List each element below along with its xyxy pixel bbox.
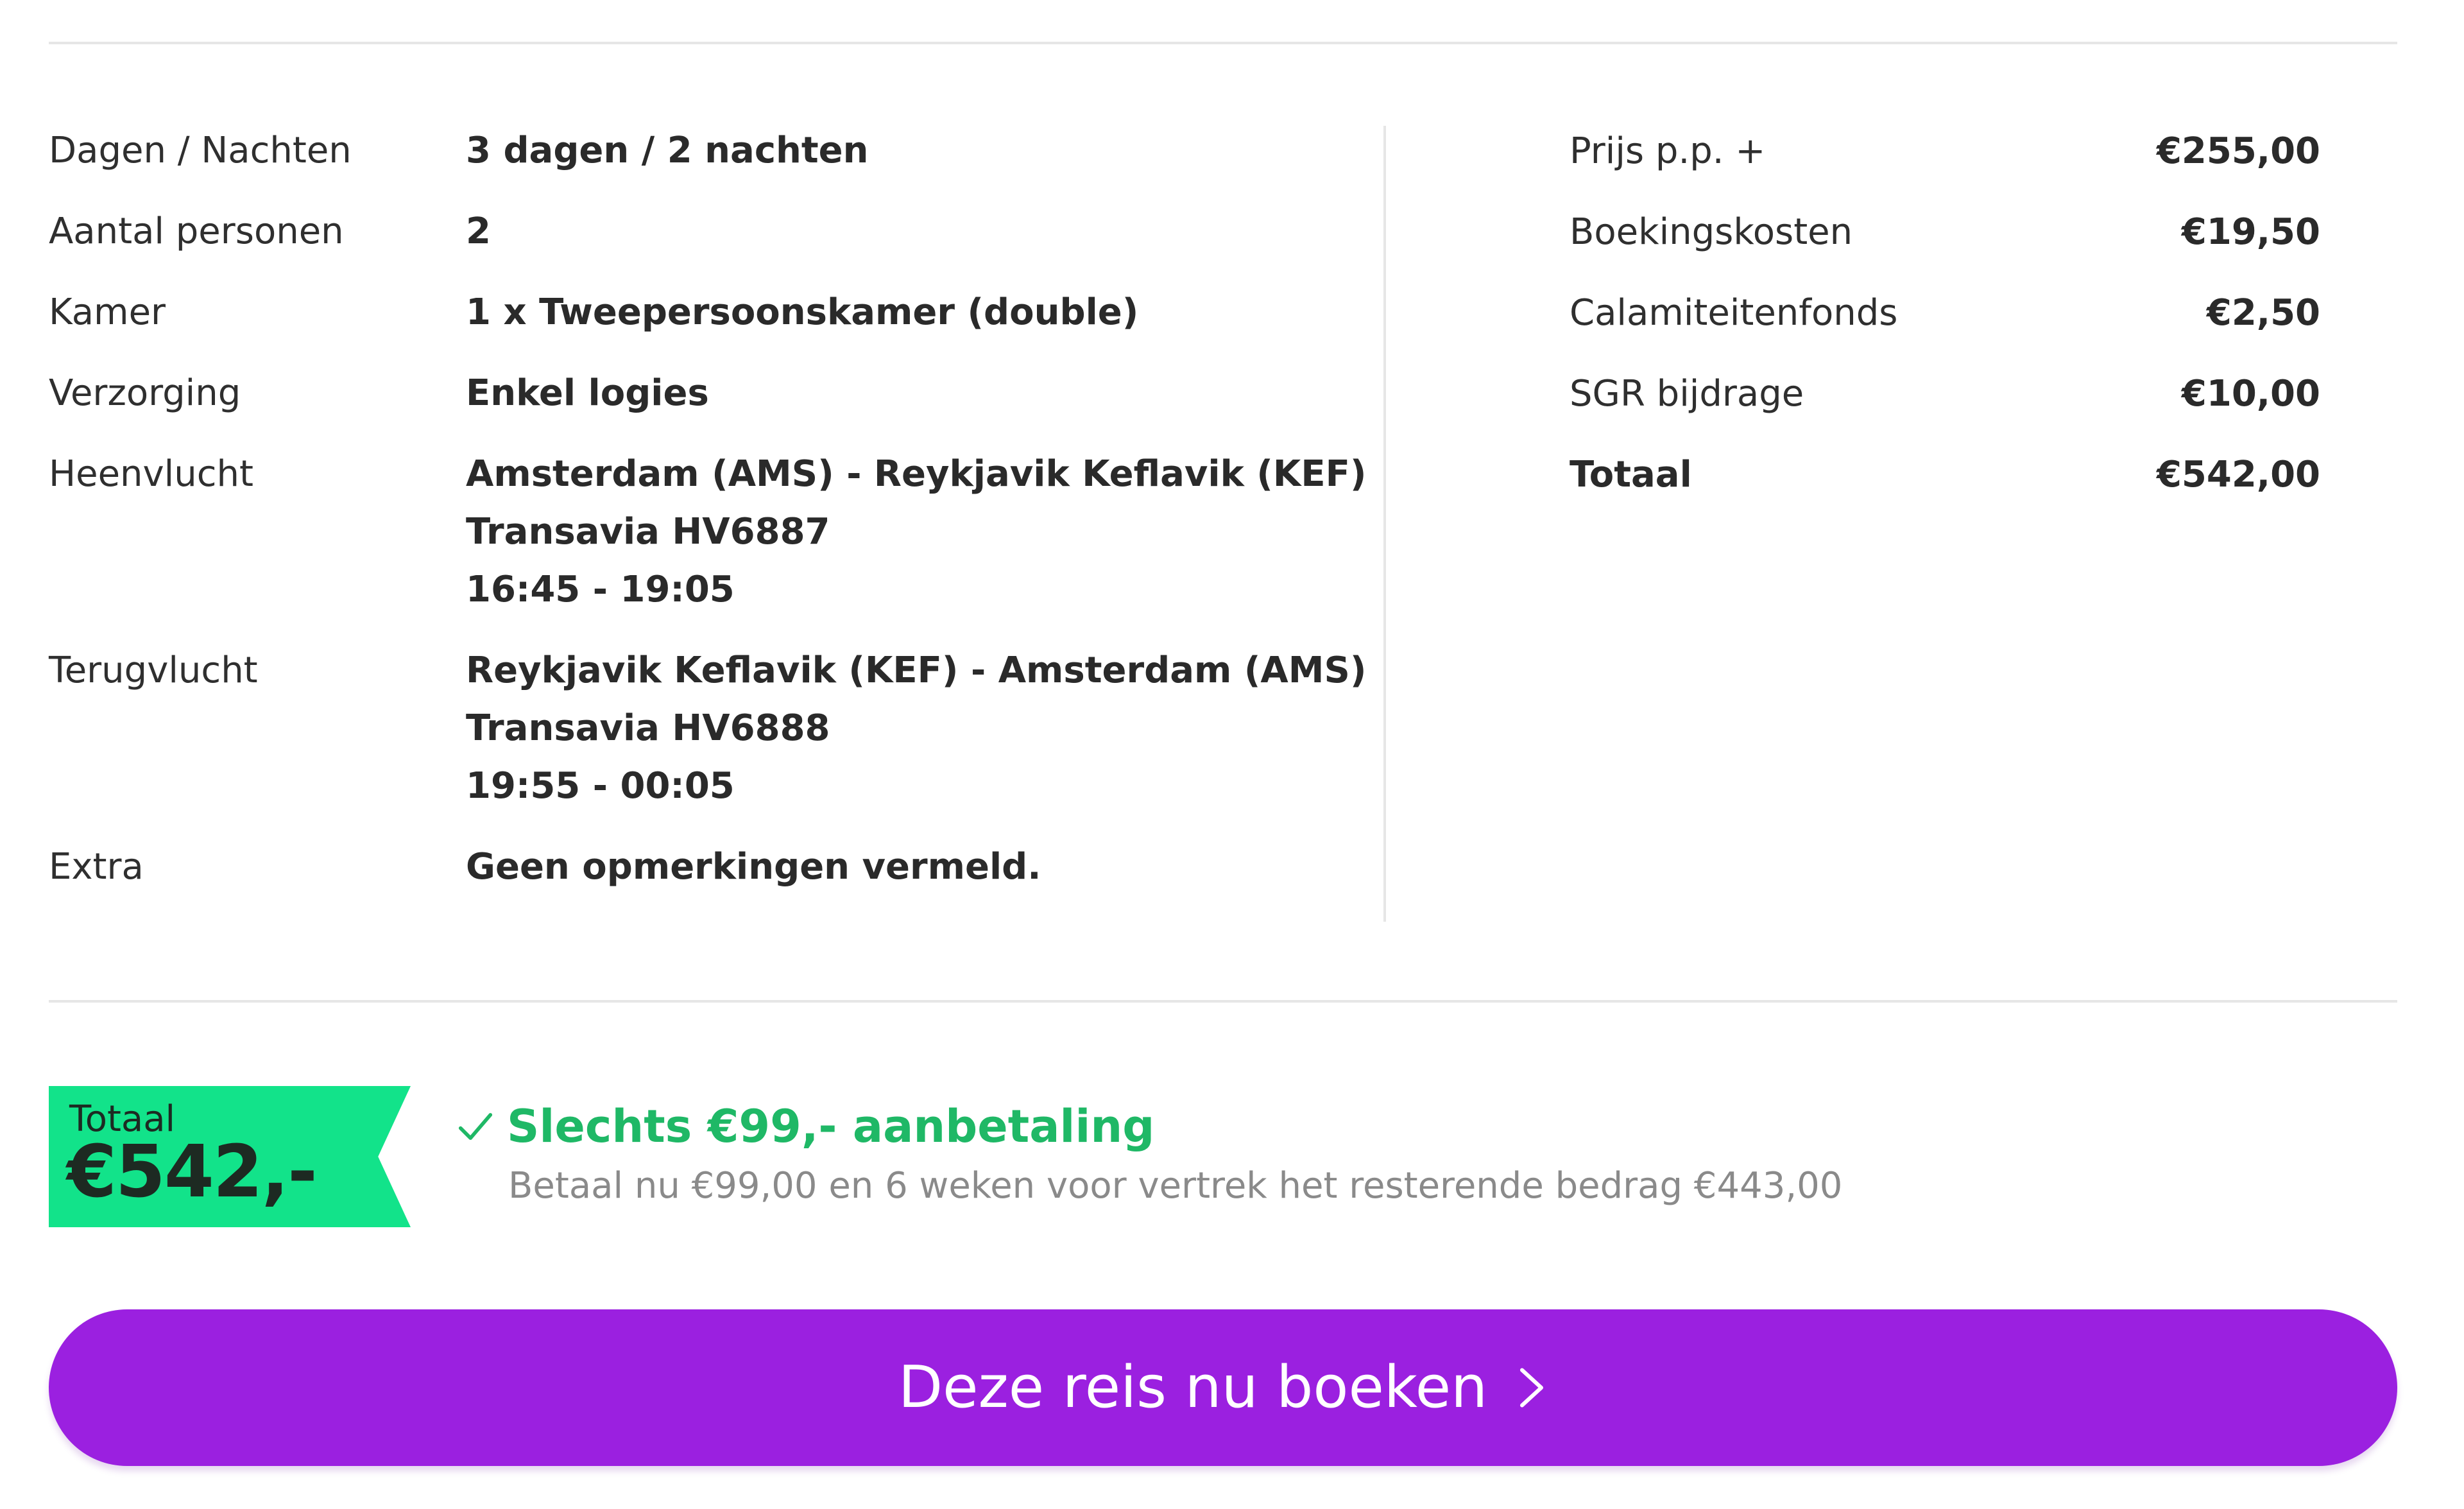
detail-value: 3 dagen / 2 nachten: [466, 122, 1371, 180]
detail-value: Reykjavik Keflavik (KEF) - Amsterdam (AM…: [466, 642, 1371, 815]
detail-value: 1 x Tweepersoonskamer (double): [466, 284, 1371, 341]
detail-value-line: 2: [466, 211, 491, 252]
deposit-info: Slechts €99,- aanbetaling Betaal nu €99,…: [456, 1098, 1842, 1212]
price-row-calamity-fund: Calamiteitenfonds €2,50: [1570, 284, 2320, 341]
price-total-label: Totaal: [1570, 453, 1692, 496]
detail-row-room: Kamer 1 x Tweepersoonskamer (double): [49, 284, 1371, 341]
detail-label: Terugvlucht: [49, 650, 258, 691]
deposit-subtext: Betaal nu €99,00 en 6 weken voor vertrek…: [508, 1165, 1843, 1207]
detail-label: Kamer: [49, 291, 166, 333]
detail-label: Extra: [49, 846, 144, 888]
price-row-sgr: SGR bijdrage €10,00: [1570, 365, 2320, 422]
flight-times: 19:55 - 00:05: [466, 765, 735, 807]
column-divider: [1383, 126, 1386, 922]
detail-row-persons: Aantal personen 2: [49, 203, 1371, 261]
price-total-value: €542,00: [2156, 453, 2320, 496]
detail-label: Heenvlucht: [49, 453, 253, 495]
flight-times: 16:45 - 19:05: [466, 569, 735, 610]
book-trip-button[interactable]: Deze reis nu boeken: [49, 1309, 2397, 1466]
detail-row-outbound-flight: Heenvlucht Amsterdam (AMS) - Reykjavik K…: [49, 445, 1371, 619]
price-row-booking-costs: Boekingskosten €19,50: [1570, 203, 2320, 261]
checkmark-icon: [458, 1113, 493, 1140]
detail-value-line: Enkel logies: [466, 372, 709, 414]
flight-route: Amsterdam (AMS) - Reykjavik Keflavik (KE…: [466, 453, 1367, 495]
section-divider: [49, 1000, 2397, 1003]
price-label: Boekingskosten: [1570, 211, 1853, 253]
deposit-headline-text: Slechts €99,- aanbetaling: [507, 1100, 1155, 1153]
price-breakdown: Prijs p.p. + €255,00 Boekingskosten €19,…: [1570, 122, 2320, 503]
detail-value-line: Geen opmerkingen vermeld.: [466, 846, 1041, 888]
booking-details: Dagen / Nachten 3 dagen / 2 nachten Aant…: [49, 122, 1371, 896]
detail-row-extra: Extra Geen opmerkingen vermeld.: [49, 838, 1371, 896]
price-value: €255,00: [2156, 130, 2320, 172]
detail-value: Enkel logies: [466, 365, 1371, 422]
detail-value: 2: [466, 203, 1371, 261]
price-label: SGR bijdrage: [1570, 372, 1804, 415]
detail-label: Aantal personen: [49, 211, 344, 252]
price-value: €10,00: [2181, 372, 2320, 415]
flight-number: Transavia HV6887: [466, 511, 830, 553]
top-divider: [49, 42, 2397, 44]
detail-value: Geen opmerkingen vermeld.: [466, 838, 1371, 896]
price-value: €2,50: [2206, 291, 2320, 334]
detail-row-days: Dagen / Nachten 3 dagen / 2 nachten: [49, 122, 1371, 180]
detail-row-return-flight: Terugvlucht Reykjavik Keflavik (KEF) - A…: [49, 642, 1371, 815]
detail-value-line: 3 dagen / 2 nachten: [466, 130, 869, 171]
price-label: Prijs p.p. +: [1570, 130, 1766, 172]
detail-label: Verzorging: [49, 372, 241, 414]
price-label: Calamiteitenfonds: [1570, 291, 1898, 334]
detail-row-board: Verzorging Enkel logies: [49, 365, 1371, 422]
price-row-per-person: Prijs p.p. + €255,00: [1570, 122, 2320, 180]
chevron-right-icon: [1520, 1368, 1544, 1408]
detail-value-line: 1 x Tweepersoonskamer (double): [466, 291, 1139, 333]
deposit-headline: Slechts €99,- aanbetaling: [456, 1098, 1842, 1155]
total-price-tag: Totaal €542,-: [49, 1086, 411, 1227]
detail-value: Amsterdam (AMS) - Reykjavik Keflavik (KE…: [466, 445, 1371, 619]
total-tag-amount: €542,-: [67, 1130, 318, 1214]
flight-route: Reykjavik Keflavik (KEF) - Amsterdam (AM…: [466, 650, 1367, 691]
book-trip-button-label: Deze reis nu boeken: [898, 1354, 1488, 1421]
flight-number: Transavia HV6888: [466, 707, 830, 749]
price-value: €19,50: [2181, 211, 2320, 253]
detail-label: Dagen / Nachten: [49, 130, 352, 171]
price-row-total: Totaal €542,00: [1570, 445, 2320, 503]
